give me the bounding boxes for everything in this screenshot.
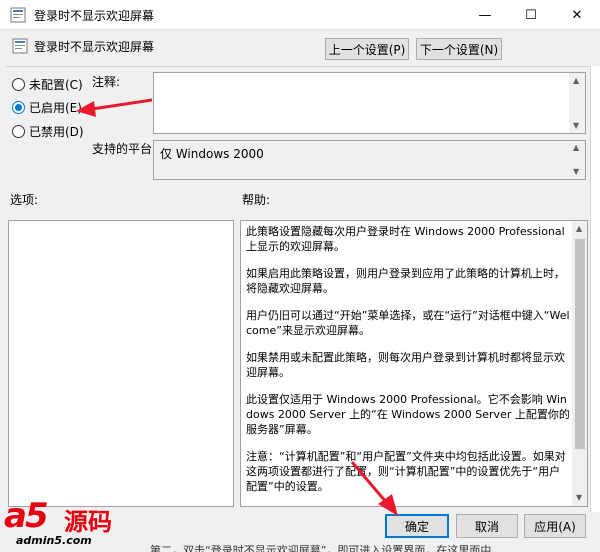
radio-label: 未配置(C)	[29, 78, 83, 92]
scroll-down-icon[interactable]: ▼	[576, 493, 582, 502]
notes-textarea[interactable]	[153, 72, 586, 134]
page-caption: 第二，双击“登录时不显示欢迎屏幕”，即可进入设置界面，在这里面中	[150, 544, 492, 552]
arrow-to-enabled	[76, 98, 153, 117]
logo-url: admin5.com	[16, 534, 92, 547]
radio-disabled[interactable]: 已禁用(D)	[12, 123, 84, 140]
notes-label: 注释:	[92, 75, 121, 89]
logo-brand-cn: 源码	[64, 508, 112, 536]
radio-not-configured[interactable]: 未配置(C)	[12, 76, 83, 93]
policy-icon	[10, 7, 26, 23]
help-scrollbar[interactable]: ▲ ▼	[572, 221, 587, 506]
scroll-up-icon[interactable]: ▲	[573, 143, 579, 152]
scroll-up-icon[interactable]: ▲	[576, 224, 582, 233]
options-label: 选项:	[10, 193, 39, 207]
next-setting-button[interactable]: 下一个设置(N)	[416, 38, 502, 60]
cancel-button[interactable]: 取消	[456, 514, 518, 538]
minimize-button[interactable]: —	[462, 0, 508, 30]
help-paragraph: 注意：“计算机配置”和“用户配置”文件夹中均包括此设置。如果对这两项设置都进行了…	[246, 450, 566, 493]
help-paragraph: 此策略设置隐藏每次用户登录时在 Windows 2000 Professiona…	[246, 225, 565, 253]
ok-button[interactable]: 确定	[385, 514, 449, 538]
radio-enabled[interactable]: 已启用(E)	[12, 99, 82, 116]
setting-icon	[12, 38, 28, 54]
window-title: 登录时不显示欢迎屏幕	[34, 9, 155, 23]
radio-circle[interactable]	[12, 78, 25, 91]
help-paragraph: 如果禁用或未配置此策略，则每次用户登录到计算机时都将显示欢迎屏幕。	[246, 351, 565, 379]
help-text: 此策略设置隐藏每次用户登录时在 Windows 2000 Professiona…	[246, 224, 571, 506]
options-panel	[8, 220, 234, 507]
scroll-down-icon[interactable]: ▼	[573, 121, 579, 130]
setting-title: 登录时不显示欢迎屏幕	[34, 40, 155, 54]
help-scroll-thumb[interactable]	[575, 239, 585, 449]
help-panel: 此策略设置隐藏每次用户登录时在 Windows 2000 Professiona…	[240, 220, 588, 507]
scroll-down-icon[interactable]: ▼	[573, 167, 579, 176]
radio-circle[interactable]	[12, 101, 25, 114]
apply-button[interactable]: 应用(A)	[524, 514, 586, 538]
watermark-logo: a5 源码 admin5.com	[0, 496, 150, 552]
platform-field: 仅 Windows 2000	[153, 140, 586, 180]
close-button[interactable]: ✕	[554, 0, 600, 30]
platform-label: 支持的平台:	[92, 142, 157, 156]
radio-label: 已禁用(D)	[29, 125, 84, 139]
logo-brand: a5	[4, 496, 49, 536]
radio-circle[interactable]	[12, 125, 25, 138]
platform-value: 仅 Windows 2000	[160, 147, 264, 161]
radio-label: 已启用(E)	[29, 101, 82, 115]
previous-setting-button[interactable]: 上一个设置(P)	[325, 38, 409, 60]
header-divider	[6, 66, 590, 67]
platform-scrollbar[interactable]: ▲ ▼	[569, 141, 585, 179]
help-paragraph: 此设置仅适用于 Windows 2000 Professional。它不会影响 …	[246, 393, 570, 436]
notes-scrollbar[interactable]: ▲ ▼	[569, 73, 585, 133]
maximize-button[interactable]: ☐	[508, 0, 554, 30]
help-paragraph: 用户仍旧可以通过“开始”菜单选择，或在“运行”对话框中键入“Welcome”来显…	[246, 309, 570, 337]
help-label: 帮助:	[242, 193, 271, 207]
help-paragraph: 如果启用此策略设置，则用户登录到应用了此策略的计算机上时，将隐藏欢迎屏幕。	[246, 267, 565, 295]
background-window-edge	[590, 66, 600, 512]
scroll-up-icon[interactable]: ▲	[573, 76, 579, 85]
title-bar: 登录时不显示欢迎屏幕 — ☐ ✕	[0, 0, 600, 30]
